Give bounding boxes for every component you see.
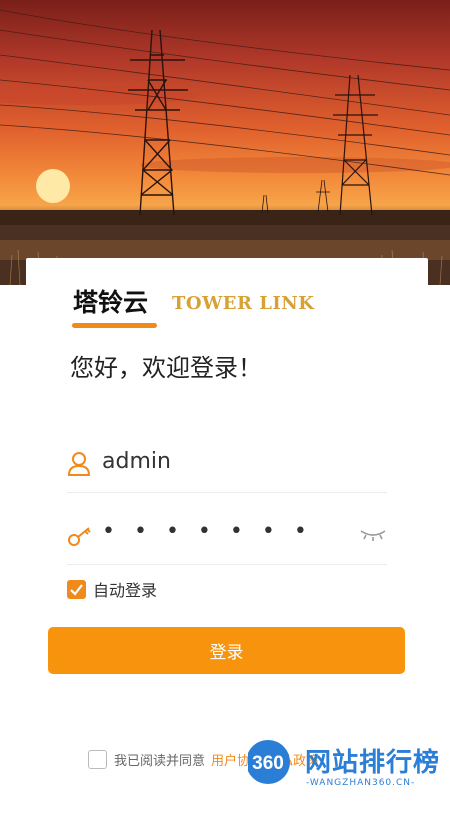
auto-login-row[interactable]: 自动登录 [67, 579, 158, 600]
agreement-checkbox[interactable] [88, 749, 107, 769]
auto-login-checkbox[interactable] [67, 579, 86, 599]
watermark-text: 网站排行榜 [305, 748, 441, 778]
check-icon [70, 583, 83, 596]
greeting-text: 您好，欢迎登录！ [70, 354, 262, 382]
title-underline [72, 323, 157, 328]
app-subtitle: TOWER LINK [172, 293, 315, 314]
password-field[interactable]: • • • • • • • [67, 509, 387, 565]
eye-closed-icon[interactable] [359, 525, 387, 543]
app-title: 塔铃云 [73, 288, 149, 317]
login-button[interactable]: 登录 [48, 627, 405, 674]
username-field[interactable]: admin [67, 437, 387, 493]
watermark-badge: 360 [252, 753, 284, 774]
key-icon [67, 523, 93, 549]
auto-login-label: 自动登录 [93, 581, 158, 600]
user-icon [67, 451, 93, 477]
username-value: admin [102, 449, 171, 474]
hero-image [0, 0, 450, 285]
agreement-prefix: 我已阅读并同意 [114, 753, 206, 769]
password-value: • • • • • • • [102, 519, 313, 544]
watermark-url: -WANGZHAN360.CN- [306, 778, 416, 788]
